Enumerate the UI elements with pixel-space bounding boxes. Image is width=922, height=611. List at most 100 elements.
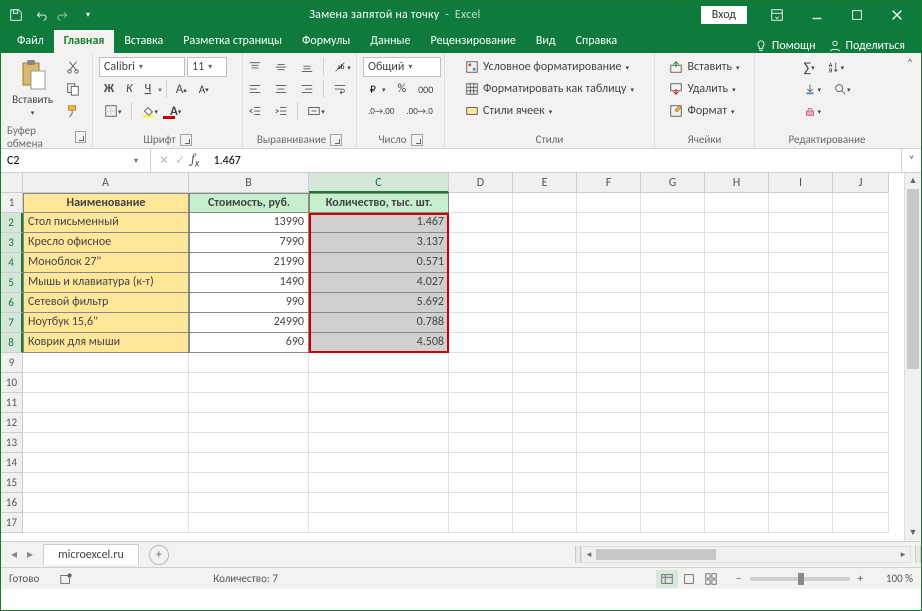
qat-customize-icon[interactable]: ▾ <box>77 4 99 26</box>
bold-button[interactable]: Ж <box>99 79 119 99</box>
column-header[interactable]: B <box>189 173 309 193</box>
horizontal-scroll-thumb[interactable] <box>596 549 716 560</box>
cell[interactable] <box>769 233 833 253</box>
cell[interactable] <box>833 273 889 293</box>
cell[interactable] <box>833 473 889 493</box>
macro-record-icon[interactable] <box>59 572 73 586</box>
cell[interactable] <box>641 353 705 373</box>
row-header[interactable]: 4 <box>1 253 23 273</box>
cell[interactable]: 21990 <box>189 253 309 273</box>
ribbon-options-icon[interactable] <box>757 1 797 29</box>
save-icon[interactable] <box>5 4 27 26</box>
cell[interactable] <box>449 313 513 333</box>
cell[interactable] <box>513 433 577 453</box>
cell[interactable] <box>641 373 705 393</box>
cell[interactable] <box>189 433 309 453</box>
cell[interactable] <box>769 313 833 333</box>
fill-color-icon[interactable]: ▾ <box>136 101 164 121</box>
row-header[interactable]: 13 <box>1 433 23 453</box>
cell[interactable]: 4.027 <box>309 273 449 293</box>
cell[interactable] <box>769 373 833 393</box>
cell[interactable] <box>705 333 769 353</box>
scroll-up-icon[interactable]: ▲ <box>905 173 921 189</box>
cell[interactable] <box>577 213 641 233</box>
cell-styles-button[interactable]: Стили ячеек▾ <box>460 101 557 121</box>
cell[interactable] <box>449 413 513 433</box>
cell[interactable]: 4.508 <box>309 333 449 353</box>
cell[interactable] <box>513 493 577 513</box>
cell[interactable] <box>309 373 449 393</box>
number-format-combo[interactable]: Общий▾ <box>363 57 441 77</box>
cell[interactable] <box>513 513 577 533</box>
cell[interactable] <box>641 473 705 493</box>
ribbon-tab-вставка[interactable]: Вставка <box>114 30 173 53</box>
cell[interactable] <box>513 273 577 293</box>
cell[interactable] <box>513 313 577 333</box>
cell[interactable] <box>769 273 833 293</box>
row-header[interactable]: 16 <box>1 493 23 513</box>
select-all-corner[interactable] <box>1 173 23 193</box>
increase-font-icon[interactable]: A▴ <box>171 79 192 99</box>
cell[interactable] <box>189 373 309 393</box>
zoom-out-icon[interactable]: − <box>732 572 745 585</box>
font-dialog-launcher-icon[interactable] <box>180 134 192 146</box>
cell[interactable] <box>309 433 449 453</box>
zoom-slider[interactable] <box>750 577 850 581</box>
cell[interactable]: Ноутбук 15,6" <box>23 313 189 333</box>
vertical-scroll-thumb[interactable] <box>907 189 919 369</box>
cell[interactable] <box>769 413 833 433</box>
cell[interactable] <box>769 353 833 373</box>
name-box[interactable]: ▾ <box>1 149 151 172</box>
ribbon-tab-данные[interactable]: Данные <box>360 30 420 53</box>
cell[interactable] <box>705 213 769 233</box>
cell[interactable] <box>309 393 449 413</box>
cell[interactable] <box>309 513 449 533</box>
alignment-dialog-launcher-icon[interactable] <box>330 134 342 146</box>
cell[interactable]: 7990 <box>189 233 309 253</box>
cell[interactable] <box>449 193 513 213</box>
cell[interactable] <box>513 473 577 493</box>
cell[interactable] <box>513 213 577 233</box>
cell[interactable]: Коврик для мыши <box>23 333 189 353</box>
cell[interactable]: Наименование <box>23 193 189 213</box>
cell[interactable] <box>833 293 889 313</box>
cell[interactable] <box>641 493 705 513</box>
cell[interactable]: 1.467 <box>309 213 449 233</box>
cell[interactable] <box>23 353 189 373</box>
collapse-ribbon-icon[interactable]: ˄ <box>899 53 921 148</box>
sheet-nav-next-icon[interactable]: ▸ <box>23 547 37 562</box>
row-header[interactable]: 15 <box>1 473 23 493</box>
cell[interactable] <box>769 293 833 313</box>
row-header[interactable]: 10 <box>1 373 23 393</box>
minimize-icon[interactable] <box>797 1 837 29</box>
cell[interactable] <box>189 473 309 493</box>
cell[interactable] <box>449 293 513 313</box>
cell[interactable] <box>705 453 769 473</box>
merge-center-icon[interactable]: ▾ <box>302 101 330 121</box>
comma-style-icon[interactable]: 000 <box>413 79 438 99</box>
ribbon-tab-главная[interactable]: Главная <box>54 30 115 53</box>
cell[interactable] <box>769 493 833 513</box>
horizontal-split-handle[interactable] <box>915 546 921 563</box>
cell[interactable] <box>309 493 449 513</box>
cell[interactable] <box>189 393 309 413</box>
cell[interactable] <box>513 393 577 413</box>
borders-icon[interactable]: ▾ <box>99 101 127 121</box>
cell[interactable] <box>769 433 833 453</box>
cell[interactable] <box>833 393 889 413</box>
cell[interactable] <box>641 433 705 453</box>
cell[interactable] <box>449 373 513 393</box>
cell[interactable] <box>705 253 769 273</box>
cell[interactable] <box>513 373 577 393</box>
column-header[interactable]: C <box>309 173 449 193</box>
sheet-tab-active[interactable]: microexcel.ru <box>43 544 139 565</box>
expand-formula-bar-icon[interactable]: ˅ <box>901 149 921 172</box>
cell[interactable] <box>309 353 449 373</box>
cell[interactable] <box>641 453 705 473</box>
tell-me-button[interactable]: Помощн <box>754 39 816 53</box>
cell[interactable] <box>641 293 705 313</box>
redo-icon[interactable] <box>53 4 75 26</box>
column-header[interactable]: H <box>705 173 769 193</box>
cell[interactable]: 0.788 <box>309 313 449 333</box>
align-top-icon[interactable] <box>243 57 267 77</box>
